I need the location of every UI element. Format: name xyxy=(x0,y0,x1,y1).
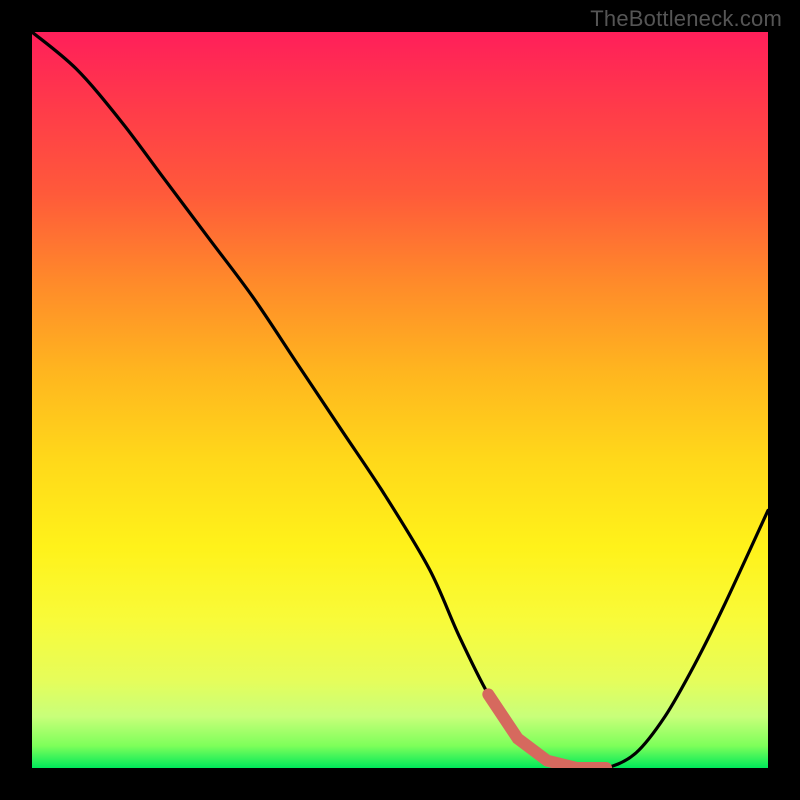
chart-frame: TheBottleneck.com xyxy=(0,0,800,800)
bottleneck-curve xyxy=(32,32,768,768)
watermark-text: TheBottleneck.com xyxy=(590,6,782,32)
curve-path xyxy=(32,32,768,768)
minimum-marker xyxy=(488,694,606,768)
plot-area xyxy=(32,32,768,768)
